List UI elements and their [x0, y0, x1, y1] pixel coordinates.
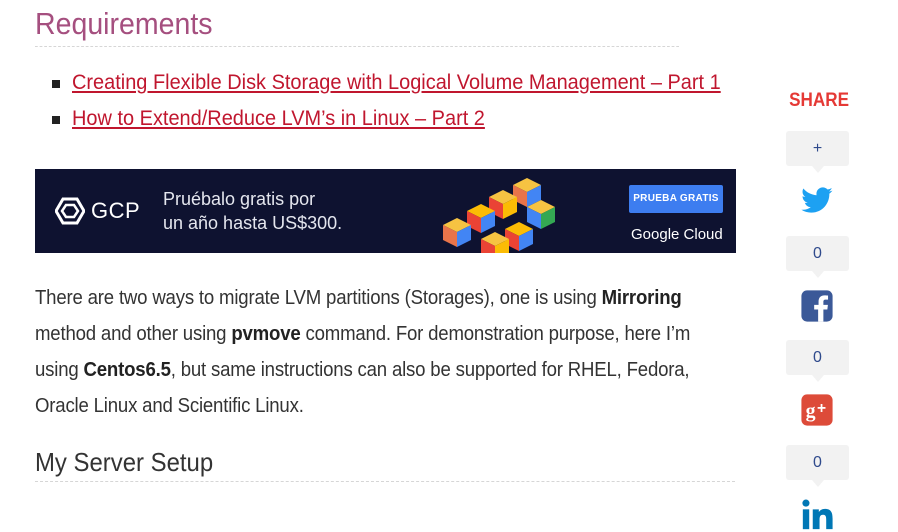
linkedin-count[interactable]: 0	[786, 445, 849, 487]
bullet-icon	[52, 116, 60, 124]
facebook-icon[interactable]	[800, 289, 834, 323]
intro-paragraph: There are two ways to migrate LVM partit…	[35, 280, 741, 424]
bullet-icon	[52, 80, 60, 88]
server-setup-heading: My Server Setup	[35, 446, 735, 482]
centos-term: Centos6.5	[83, 359, 171, 381]
google-plus-count[interactable]: 0	[786, 340, 849, 382]
server-setup-heading-text: My Server Setup	[35, 447, 214, 477]
pvmove-term: pvmove	[231, 323, 301, 345]
gcp-hexagon-icon	[55, 197, 85, 225]
facebook-count[interactable]: 0	[786, 236, 849, 278]
paragraph-line-2: method and other using pvmove command. F…	[35, 316, 692, 352]
google-plus-icon[interactable]: g +	[800, 393, 834, 427]
text-span: method and other using	[35, 323, 232, 345]
twitter-count[interactable]: +	[786, 131, 849, 173]
list-item: How to Extend/Reduce LVM’s in Linux – Pa…	[52, 104, 755, 140]
list-item: Creating Flexible Disk Storage with Logi…	[52, 68, 755, 104]
link-lvm-part-1[interactable]: Creating Flexible Disk Storage with Logi…	[72, 68, 721, 98]
gcp-brand: GCP	[91, 198, 141, 223]
paragraph-line-1: There are two ways to migrate LVM partit…	[35, 280, 692, 316]
cubes-illustration	[443, 178, 555, 253]
gcp-ad-banner[interactable]: GCP Pruébalo gratis por un año hasta US$…	[35, 169, 736, 253]
promo-line-2: un año hasta US$300.	[163, 213, 343, 233]
text-span: command. For demonstration purpose, here…	[300, 323, 691, 345]
text-span: using	[35, 359, 84, 381]
svg-text:g: g	[806, 400, 816, 422]
svg-text:+: +	[817, 400, 826, 417]
link-lvm-part-2[interactable]: How to Extend/Reduce LVM’s in Linux – Pa…	[72, 104, 485, 134]
share-title: SHARE	[789, 90, 850, 111]
text-span: There are two ways to migrate LVM partit…	[35, 287, 602, 309]
mirroring-term: Mirroring	[601, 287, 682, 309]
promo-line-1: Pruébalo gratis por	[163, 189, 316, 209]
requirements-heading: Requirements	[35, 6, 679, 47]
twitter-icon[interactable]	[800, 184, 834, 218]
linkedin-icon[interactable]	[800, 498, 834, 532]
requirements-list: Creating Flexible Disk Storage with Logi…	[52, 68, 755, 140]
google-cloud-logo: Google Cloud	[631, 226, 723, 243]
paragraph-line-3: using Centos6.5, but same instructions c…	[35, 352, 692, 388]
prueba-gratis-button[interactable]: PRUEBA GRATIS	[629, 185, 723, 213]
promo-text: Pruébalo gratis por un año hasta US$300.	[163, 187, 342, 235]
text-span: , but same instructions can also be supp…	[170, 359, 690, 381]
paragraph-line-4: Oracle Linux and Scientific Linux.	[35, 395, 304, 417]
